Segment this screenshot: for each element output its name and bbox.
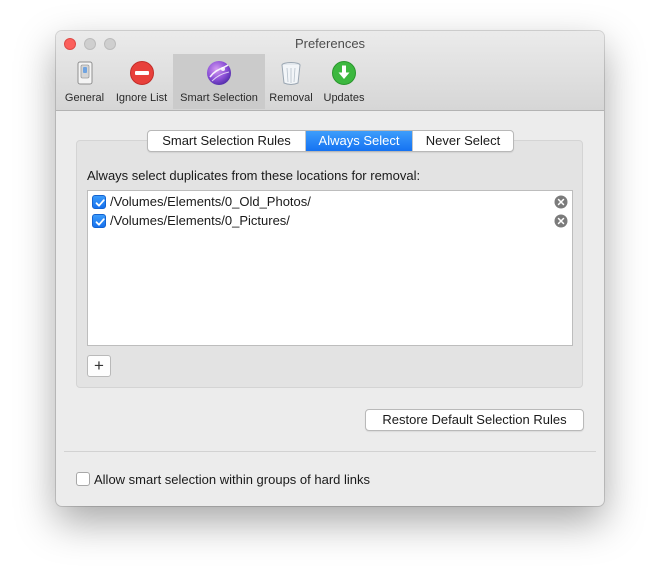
toolbar-removal[interactable]: Removal (265, 54, 317, 109)
list-item[interactable]: /Volumes/Elements/0_Pictures/ (92, 212, 568, 230)
download-arrow-icon (331, 60, 357, 86)
hard-links-checkbox[interactable] (76, 472, 90, 486)
toolbar-general[interactable]: General (60, 54, 109, 109)
add-location-button[interactable]: + (87, 355, 111, 377)
no-entry-icon (129, 60, 155, 86)
location-checkbox[interactable] (92, 195, 106, 209)
toolbar-ignore-list[interactable]: Ignore List (110, 54, 173, 109)
tab-never-select[interactable]: Never Select (413, 131, 513, 151)
trash-bin-icon (278, 60, 304, 86)
divider (64, 451, 596, 452)
location-checkbox[interactable] (92, 214, 106, 228)
selection-mode-tabs: Smart Selection Rules Always Select Neve… (147, 130, 514, 152)
locations-list[interactable]: /Volumes/Elements/0_Old_Photos/ /Volumes… (87, 190, 573, 346)
tab-smart-selection-rules[interactable]: Smart Selection Rules (148, 131, 306, 151)
locations-description: Always select duplicates from these loca… (87, 168, 421, 183)
window-title: Preferences (294, 36, 366, 51)
general-switch-icon (72, 60, 98, 86)
location-path: /Volumes/Elements/0_Old_Photos/ (110, 194, 311, 209)
toolbar-removal-label: Removal (269, 92, 313, 104)
toolbar-updates[interactable]: Updates (317, 54, 371, 109)
remove-location-icon[interactable] (554, 195, 568, 209)
toolbar-updates-label: Updates (323, 92, 365, 104)
title-bar: Preferences General Ignore List Smart Se… (56, 31, 604, 111)
preferences-window: Preferences General Ignore List Smart Se… (56, 31, 604, 506)
tab-always-select[interactable]: Always Select (306, 131, 413, 151)
list-item[interactable]: /Volumes/Elements/0_Old_Photos/ (92, 193, 568, 211)
toolbar-ignore-list-label: Ignore List (115, 92, 168, 104)
toolbar-smart-selection-label: Smart Selection (180, 92, 258, 104)
smart-selection-globe-icon (206, 60, 232, 86)
restore-default-rules-button[interactable]: Restore Default Selection Rules (365, 409, 584, 431)
toolbar-smart-selection[interactable]: Smart Selection (173, 54, 265, 109)
location-path: /Volumes/Elements/0_Pictures/ (110, 213, 290, 228)
toolbar-general-label: General (64, 92, 105, 104)
hard-links-label: Allow smart selection within groups of h… (94, 472, 371, 487)
remove-location-icon[interactable] (554, 214, 568, 228)
